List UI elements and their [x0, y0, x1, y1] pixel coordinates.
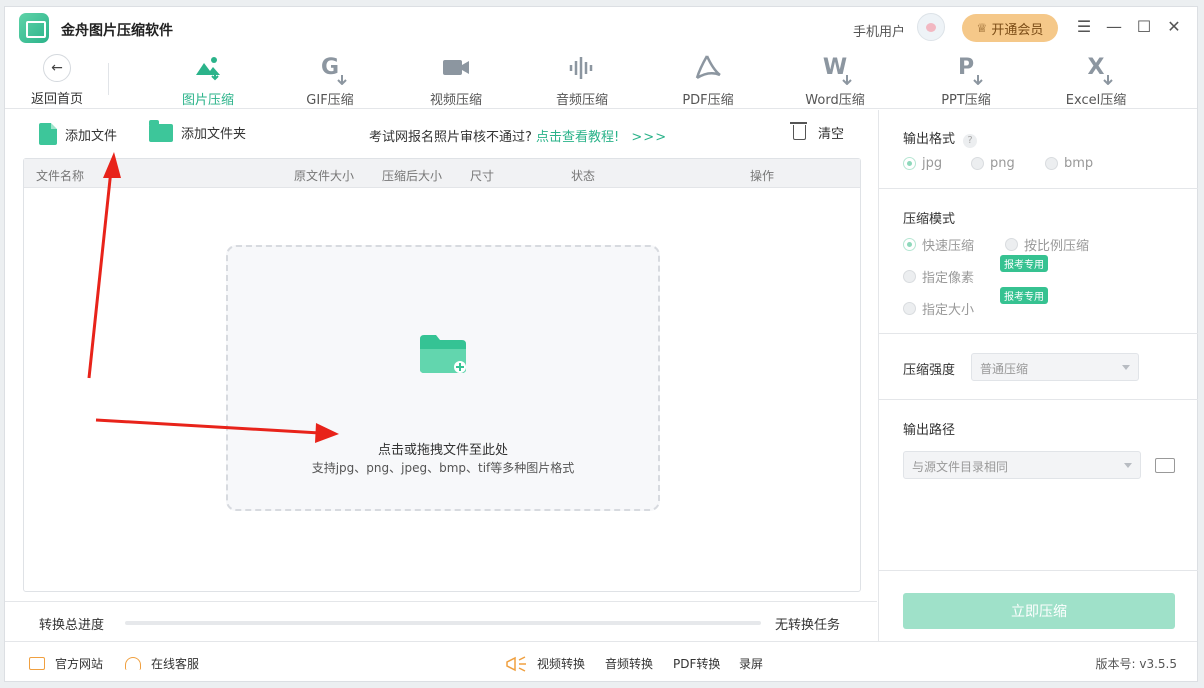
- annotation-arrows: [87, 152, 339, 443]
- arrow-up-annotation: [87, 152, 121, 379]
- arrow-right-annotation: [95, 418, 339, 443]
